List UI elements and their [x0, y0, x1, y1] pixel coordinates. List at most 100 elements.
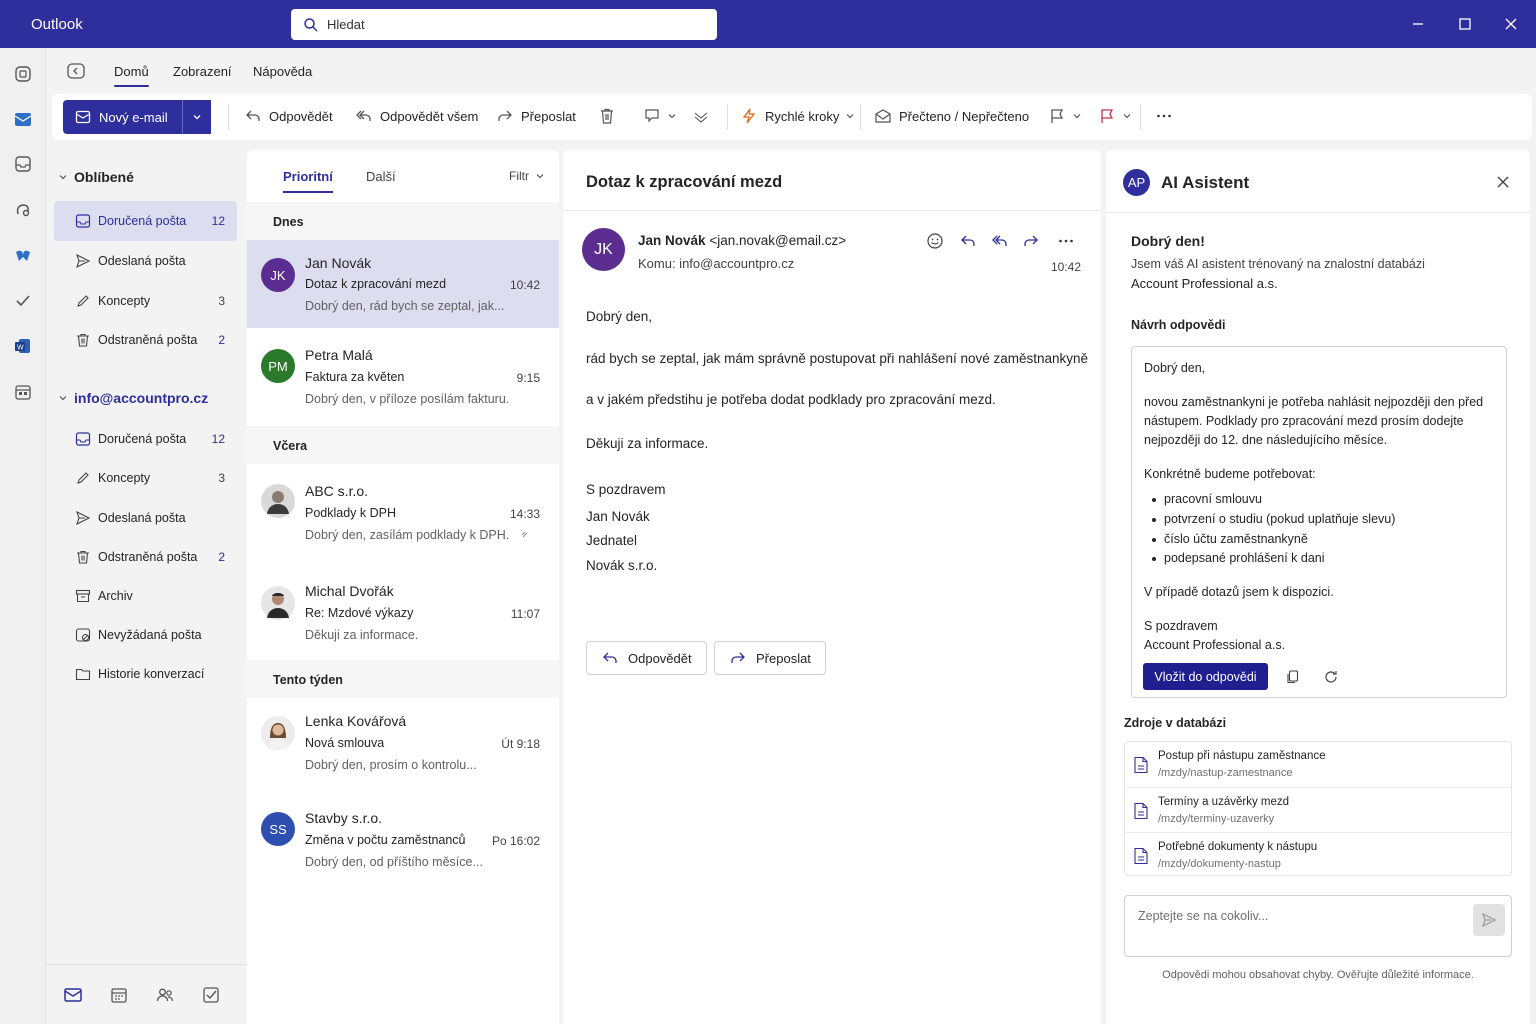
- mail-icon[interactable]: [63, 985, 83, 1005]
- people-icon[interactable]: [155, 985, 175, 1005]
- apps-icon[interactable]: [13, 382, 33, 402]
- viva-icon[interactable]: [13, 246, 33, 266]
- draft-reply-box[interactable]: Dobrý den, novou zaměstnankyni je potřeb…: [1131, 346, 1507, 698]
- folder-archive[interactable]: Archiv: [54, 576, 237, 616]
- tab-other[interactable]: Další: [366, 169, 396, 184]
- message-time: 14:33: [509, 507, 540, 521]
- tab-help[interactable]: Nápověda: [253, 64, 312, 79]
- message-sender: Lenka Kovářová: [305, 713, 407, 729]
- source-title: Postup při nástupu zaměstnance: [1158, 750, 1326, 762]
- folder-sent[interactable]: Odeslaná pošta: [54, 498, 237, 538]
- todo-icon[interactable]: [13, 291, 33, 311]
- source-item[interactable]: Potřebné dokumenty k nástupu /mzdy/dokum…: [1125, 832, 1511, 877]
- send-button[interactable]: [1473, 904, 1505, 936]
- forward-icon[interactable]: [1022, 232, 1040, 250]
- read-unread-button[interactable]: Přečteno / Nepřečteno: [874, 107, 1029, 125]
- search-box[interactable]: Hledat: [291, 9, 717, 40]
- tab-focused[interactable]: Prioritní: [283, 169, 333, 193]
- move-icon[interactable]: [693, 107, 709, 125]
- chevron-down-icon: [668, 114, 676, 119]
- document-icon: [1134, 847, 1148, 865]
- draft-count: 3: [218, 294, 225, 308]
- draft-paragraph: novou zaměstnankyni je potřeba nahlásit …: [1144, 395, 1484, 447]
- message-sender: Stavby s.r.o.: [305, 810, 383, 826]
- message-item[interactable]: JK Jan Novák Dotaz k zpracování mezd 10:…: [247, 240, 559, 328]
- tasks-icon[interactable]: [201, 985, 221, 1005]
- ai-intro-line: Jsem váš AI asistent trénovaný na znalos…: [1131, 257, 1425, 271]
- email-body-line: rád bych se zeptal, jak mám správně post…: [586, 351, 1089, 366]
- regenerate-icon[interactable]: [1323, 669, 1339, 685]
- folder-inbox-favorite[interactable]: Doručená pošta 12: [54, 201, 237, 241]
- more-options-icon[interactable]: [1155, 107, 1173, 125]
- folder-label: Doručená pošta: [98, 214, 187, 228]
- new-mail-dropdown[interactable]: [182, 100, 211, 134]
- reply-button[interactable]: Odpovědět: [586, 641, 707, 675]
- folder-drafts-favorite[interactable]: Koncepty 3: [54, 281, 237, 321]
- collapse-pane-icon[interactable]: [66, 62, 86, 80]
- copilot-icon[interactable]: [13, 64, 33, 84]
- folder-conversation-history[interactable]: Historie konverzací: [54, 654, 237, 694]
- favorites-group[interactable]: Oblíbené: [58, 169, 134, 185]
- source-item[interactable]: Termíny a uzávěrky mezd /mzdy/terminy-uz…: [1125, 787, 1511, 832]
- account-group[interactable]: info@accountpro.cz: [58, 390, 208, 406]
- message-item[interactable]: PM Petra Malá Faktura za květen 9:15 Dob…: [247, 330, 559, 426]
- folder-deleted-favorite[interactable]: Odstraněná pošta 2: [54, 320, 237, 360]
- message-subject: Faktura za květen: [305, 370, 405, 384]
- app-name: Outlook: [31, 16, 83, 33]
- calendar-icon[interactable]: [109, 985, 129, 1005]
- quick-steps-button[interactable]: Rychlé kroky: [740, 107, 855, 125]
- inbox-app-icon[interactable]: [13, 154, 33, 174]
- categorize-button[interactable]: [643, 107, 677, 125]
- message-item[interactable]: ABC s.r.o. Podklady k DPH 14:33 Dobrý de…: [247, 464, 559, 564]
- folder-drafts[interactable]: Koncepty 3: [54, 458, 237, 498]
- ai-badge: AP: [1123, 169, 1150, 196]
- unread-count: 12: [211, 432, 225, 446]
- flag-button[interactable]: [1048, 107, 1082, 125]
- tab-home[interactable]: Domů: [114, 64, 149, 87]
- flag-follow-up-button[interactable]: [1098, 107, 1132, 125]
- word-icon[interactable]: W: [13, 336, 33, 356]
- delete-icon[interactable]: [598, 107, 616, 125]
- draft-paragraph: V případě dotazů jsem k dispozici.: [1144, 585, 1334, 600]
- quick-steps-label: Rychlé kroky: [765, 108, 840, 124]
- emoji-icon[interactable]: [926, 232, 944, 250]
- more-options-icon[interactable]: [1057, 232, 1075, 250]
- unread-count: 2: [218, 333, 225, 347]
- reply-icon: [246, 110, 260, 121]
- email-time: 10:42: [1050, 260, 1081, 274]
- message-item[interactable]: SS Stavby s.r.o. Změna v počtu zaměstnan…: [247, 796, 559, 892]
- source-item[interactable]: Postup při nástupu zaměstnance /mzdy/nas…: [1125, 742, 1511, 787]
- ask-input-box[interactable]: Zeptejte se na cokoliv...: [1124, 895, 1512, 957]
- read-unread-label: Přečteno / Nepřečteno: [899, 108, 1030, 124]
- minimize-icon[interactable]: [1406, 12, 1430, 36]
- folder-deleted[interactable]: Odstraněná pošta 2: [54, 537, 237, 577]
- forward-button[interactable]: Přeposlat: [496, 107, 576, 125]
- message-item[interactable]: Lenka Kovářová Nová smlouva Út 9:18 Dobr…: [247, 698, 559, 794]
- reply-all-button[interactable]: Odpovědět všem: [355, 107, 478, 125]
- maximize-icon[interactable]: [1453, 12, 1477, 36]
- source-title: Termíny a uzávěrky mezd: [1158, 796, 1290, 808]
- forward-button[interactable]: Přeposlat: [714, 641, 826, 675]
- folder-junk[interactable]: Nevyžádaná pošta: [54, 615, 237, 655]
- divider: [727, 104, 728, 130]
- filter-button[interactable]: Filtr: [509, 169, 545, 183]
- reply-icon[interactable]: [959, 232, 977, 250]
- ask-input[interactable]: Zeptejte se na cokoliv...: [1138, 909, 1268, 923]
- folder-sent-favorite[interactable]: Odeslaná pošta: [54, 241, 237, 281]
- message-item[interactable]: Michal Dvořák Re: Mzdové výkazy 11:07 Dě…: [247, 566, 559, 664]
- recipient-line: Komu: info@accountpro.cz: [638, 256, 795, 271]
- copy-icon[interactable]: [1285, 669, 1301, 685]
- folder-inbox[interactable]: Doručená pošta 12: [54, 419, 237, 459]
- draft-list: pracovní smlouvu potvrzení o studiu (pok…: [1152, 490, 1494, 569]
- mail-app-icon[interactable]: [13, 109, 33, 129]
- sender-name: Jan Novák: [638, 233, 706, 248]
- reply-all-icon[interactable]: [991, 232, 1009, 250]
- draft-list-item: potvrzení o studiu (pokud uplatňuje slev…: [1152, 510, 1494, 530]
- loop-icon[interactable]: [13, 200, 33, 220]
- reply-button[interactable]: Odpovědět: [244, 107, 333, 125]
- insert-into-reply-button[interactable]: Vložit do odpovědi: [1143, 663, 1268, 690]
- tab-view[interactable]: Zobrazení: [173, 64, 232, 79]
- search-input[interactable]: Hledat: [327, 17, 365, 32]
- close-window-icon[interactable]: [1499, 12, 1523, 36]
- close-icon[interactable]: [1496, 175, 1510, 189]
